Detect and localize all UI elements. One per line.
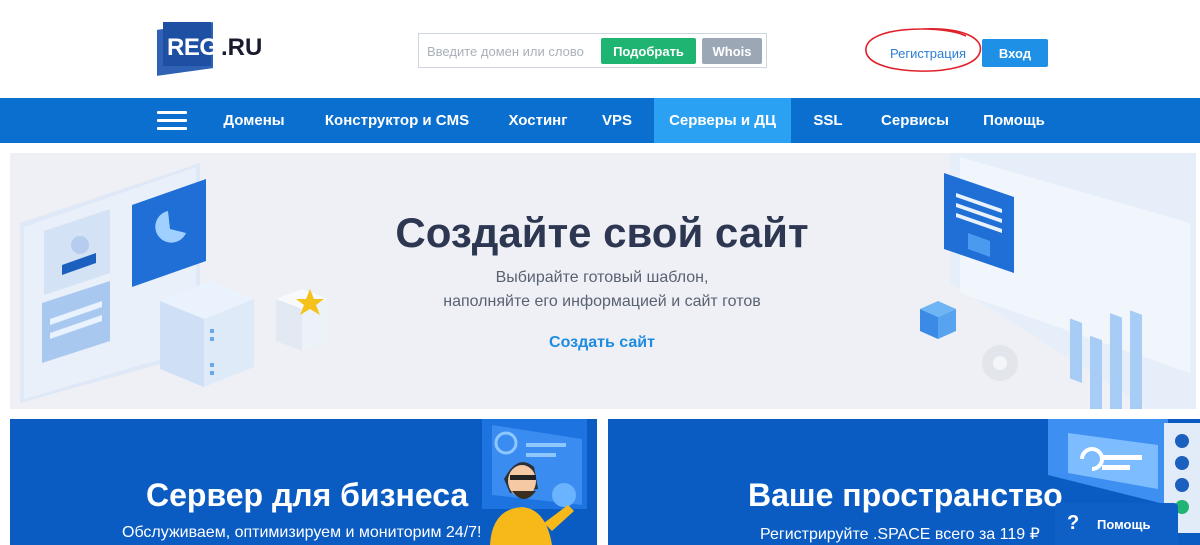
promo-card-space-title: Ваше пространство	[748, 477, 1063, 513]
hamburger-menu-icon[interactable]	[157, 111, 187, 131]
nav-item-constructor-cms[interactable]: Конструктор и CMS	[306, 98, 488, 143]
developer-illustration	[482, 419, 587, 545]
promo-card-server-subtitle: Обслуживаем, оптимизируем и мониторим 24…	[122, 524, 482, 541]
main-nav: Домены Конструктор и CMS Хостинг VPS Сер…	[0, 98, 1200, 143]
logo-text-reg: REG	[167, 34, 218, 61]
nav-item-domains[interactable]: Домены	[210, 98, 298, 143]
promo-card-server[interactable]: Сервер для бизнеса Обслуживаем, оптимизи…	[10, 419, 597, 545]
login-button[interactable]: Вход	[982, 39, 1048, 67]
reg-ru-logo[interactable]: REG .RU	[155, 20, 275, 76]
help-widget-button[interactable]: ? Помощь	[1055, 503, 1178, 545]
page: REG .RU Подобрать Whois Регистрация Вход…	[0, 0, 1200, 545]
pick-domain-button[interactable]: Подобрать	[601, 38, 696, 64]
whois-button[interactable]: Whois	[702, 38, 762, 64]
nav-item-vps[interactable]: VPS	[590, 98, 644, 143]
nav-item-services[interactable]: Сервисы	[866, 98, 964, 143]
promo-card-space-subtitle: Регистрируйте .SPACE всего за 119 ₽	[760, 526, 1040, 543]
nav-item-servers-dc[interactable]: Серверы и ДЦ	[654, 98, 791, 143]
hero-right-illustration	[920, 153, 1196, 409]
nav-item-hosting[interactable]: Хостинг	[494, 98, 582, 143]
domain-search: Подобрать Whois	[418, 33, 767, 68]
hero-banner: Создайте свой сайт Выбирайте готовый шаб…	[10, 153, 1196, 409]
promo-card-server-title: Сервер для бизнеса	[146, 477, 469, 513]
logo-text-ru: .RU	[221, 34, 263, 61]
nav-item-ssl[interactable]: SSL	[800, 98, 856, 143]
help-widget-label: Помощь	[1097, 517, 1151, 532]
question-icon: ?	[1067, 512, 1080, 534]
nav-item-help[interactable]: Помощь	[972, 98, 1056, 143]
registration-link[interactable]: Регистрация	[890, 46, 966, 61]
domain-search-input[interactable]	[427, 40, 599, 62]
